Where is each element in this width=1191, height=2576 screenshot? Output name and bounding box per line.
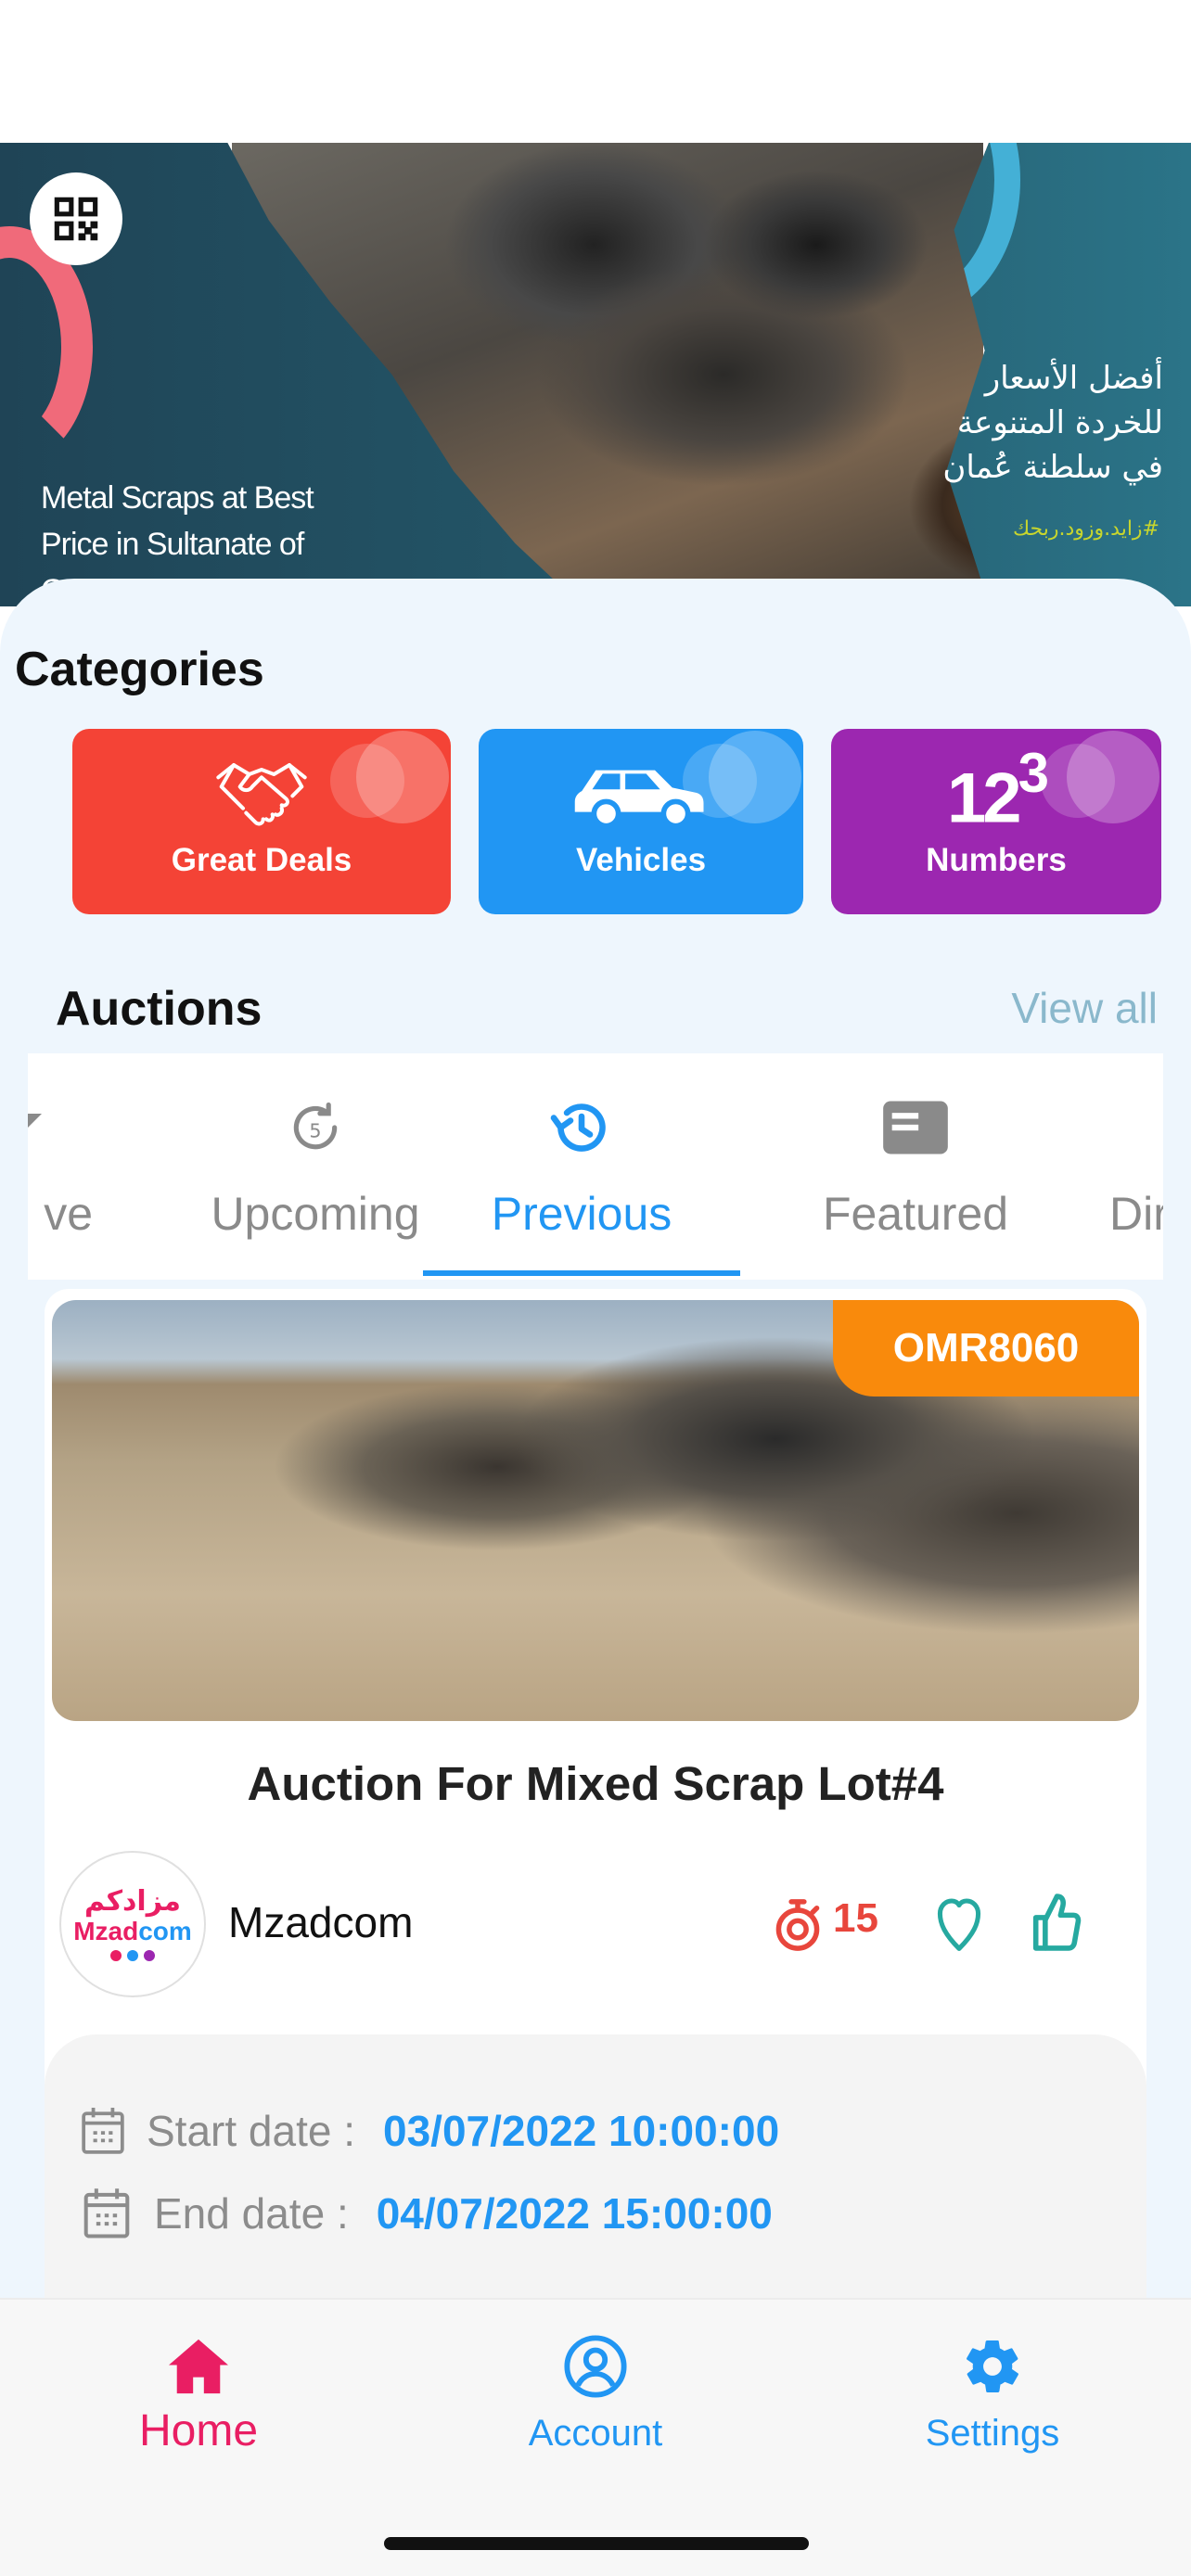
car-icon	[574, 770, 704, 829]
handshake-icon	[216, 763, 307, 826]
qr-scan-button[interactable]	[30, 172, 122, 265]
auctions-title: Auctions	[56, 982, 263, 1036]
nav-label: Home	[138, 2406, 259, 2455]
view-all-link[interactable]: View all	[1011, 983, 1158, 1033]
category-vehicles[interactable]: Vehicles	[479, 729, 803, 914]
calendar-icon	[83, 2188, 130, 2238]
qr-code-icon	[54, 197, 98, 241]
home-indicator[interactable]	[384, 2537, 809, 2550]
banner-scrap-photo	[223, 143, 992, 606]
numbers-icon: 123	[947, 742, 1049, 838]
tab-label: Featured	[822, 1188, 1009, 1240]
live-icon	[28, 1114, 42, 1128]
bottom-navigation: Home Account Settings	[0, 2298, 1191, 2576]
nav-home[interactable]: Home	[59, 2329, 338, 2456]
start-date-value: 03/07/2022 10:00:00	[383, 2107, 780, 2155]
heart-icon[interactable]	[933, 1894, 985, 1953]
stopwatch-icon	[775, 1899, 820, 1951]
upcoming-icon: 5	[293, 1102, 338, 1150]
tab-direct[interactable]: Dire	[1085, 1053, 1163, 1280]
seller-logo-arabic: مزادكم	[84, 1885, 181, 1918]
history-icon	[550, 1103, 606, 1152]
promo-banner[interactable]: Metal Scraps at Best Price in Sultanate …	[0, 143, 1191, 606]
category-label: Great Deals	[171, 842, 352, 878]
banner-arabic-text: أفضل الأسعار للخردة المتنوعة في سلطنة عُ…	[942, 360, 1163, 486]
active-tab-indicator	[423, 1270, 740, 1276]
auction-tabs: ve 5 Upcoming Previous Featured Dir	[28, 1053, 1163, 1280]
thumbs-up-icon[interactable]	[1026, 1892, 1083, 1953]
end-date-value: 04/07/2022 15:00:00	[376, 2189, 773, 2238]
category-numbers[interactable]: 123 Numbers	[831, 729, 1161, 914]
nav-settings[interactable]: Settings	[853, 2329, 1132, 2455]
bid-count: 15	[833, 1895, 878, 1941]
home-icon	[169, 2339, 228, 2394]
category-great-deals[interactable]: Great Deals	[72, 729, 451, 914]
auction-photo[interactable]: OMR8060	[52, 1300, 1139, 1721]
settings-icon	[967, 2340, 1018, 2393]
end-date-label: End date :	[154, 2189, 349, 2238]
svg-text:5: 5	[309, 1119, 321, 1141]
tab-featured[interactable]: Featured	[770, 1053, 1061, 1280]
nav-account[interactable]: Account	[456, 2329, 735, 2455]
seller-avatar[interactable]: مزادكم Mzadcom	[59, 1851, 206, 1997]
auction-title[interactable]: Auction For Mixed Scrap Lot#4	[45, 1756, 1146, 1811]
tab-live[interactable]: ve	[28, 1053, 93, 1280]
banner-hashtag: #زايد.وزود.ربحك	[1013, 517, 1159, 541]
nav-label: Account	[528, 2413, 663, 2454]
categories-title: Categories	[15, 643, 264, 696]
seller-name[interactable]: Mzadcom	[228, 1897, 413, 1947]
account-icon	[564, 2335, 627, 2398]
start-date-row: Start date : 03/07/2022 10:00:00	[80, 2105, 779, 2157]
category-label: Vehicles	[575, 842, 707, 878]
nav-label: Settings	[925, 2413, 1060, 2454]
featured-icon	[883, 1101, 948, 1154]
seller-logo-text: Mzadcom	[73, 1917, 192, 1945]
calendar-icon	[82, 2108, 124, 2154]
category-label: Numbers	[926, 842, 1067, 878]
start-date-label: Start date :	[147, 2107, 356, 2155]
tab-label: Previous	[491, 1188, 672, 1240]
tab-label: ve	[44, 1188, 93, 1240]
tab-label: Dire	[1109, 1188, 1163, 1240]
end-date-row: End date : 04/07/2022 15:00:00	[80, 2187, 773, 2240]
price-badge: OMR8060	[833, 1300, 1139, 1396]
tab-previous[interactable]: Previous	[423, 1053, 740, 1280]
